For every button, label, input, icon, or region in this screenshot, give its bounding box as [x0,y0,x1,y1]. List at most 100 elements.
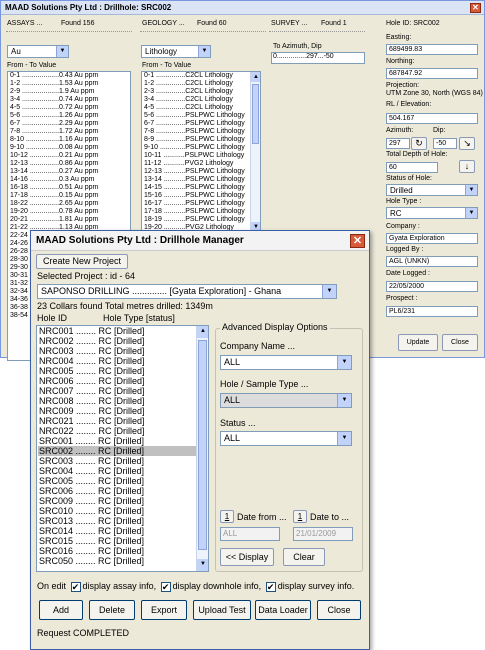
display-button[interactable]: << Display [220,548,274,566]
update-button[interactable]: Update [398,334,438,351]
prospect-field[interactable]: PL6/231 [386,306,478,317]
geology-list[interactable]: 0-1 ...............C2CL Lithology 1-2 ...… [141,71,261,233]
list-item[interactable]: 0-1 ...............C2CL Lithology [143,72,260,80]
list-item[interactable]: SRC050 ........ RC [Drilled] [38,556,208,566]
downhole-info-checkbox[interactable]: ✔ [160,581,171,592]
list-item[interactable]: SRC016 ........ RC [Drilled] [38,546,208,556]
date-logged-field[interactable]: 22/05/2000 [386,281,478,292]
list-item[interactable]: SRC002 ........ RC [Drilled] [38,446,208,456]
list-item[interactable]: 1-2 ...............C2CL Lithology [143,80,260,88]
scroll-thumb[interactable] [252,84,259,144]
list-item[interactable]: 3-4 ...................0.74 Au ppm [9,96,130,104]
list-item[interactable]: NRC008 ........ RC [Drilled] [38,396,208,406]
survey-list[interactable]: 0...............297...-50 [271,52,365,64]
list-item[interactable]: 4-5 ...................0.72 Au ppm [9,104,130,112]
create-project-button[interactable]: Create New Project [36,254,128,269]
upload-test-button[interactable]: Upload Test [193,600,251,620]
list-item[interactable]: 7-8 ...................1.72 Au ppm [9,128,130,136]
calendar-to-icon[interactable]: 1 [293,510,307,523]
list-item[interactable]: 6-7 ...............PSLPWC Lithology [143,120,260,128]
company-field[interactable]: Gyata Exploration [386,233,478,244]
list-item[interactable]: 10-11 ...........PSLPWC Lithology [143,152,260,160]
list-item[interactable]: NRC002 ........ RC [Drilled] [38,336,208,346]
list-item[interactable]: SRC015 ........ RC [Drilled] [38,536,208,546]
calendar-from-icon[interactable]: 1 [220,510,234,523]
add-button[interactable]: Add [39,600,83,620]
date-to-field[interactable]: 21/01/2009 [293,527,353,541]
list-item[interactable]: 6-7 ...................2.29 Au ppm [9,120,130,128]
list-item[interactable]: SRC013 ........ RC [Drilled] [38,516,208,526]
depth-field[interactable]: 60 [386,162,438,173]
dip-direction-icon[interactable]: ↘ [459,137,475,150]
list-item[interactable]: 18-22 ...............2.65 Au ppm [9,200,130,208]
close-icon[interactable]: ✕ [470,3,481,13]
list-item[interactable]: 13-14 ...............0.27 Au ppm [9,168,130,176]
list-item[interactable]: SRC014 ........ RC [Drilled] [38,526,208,536]
list-item[interactable]: 9-10 .................0.08 Au ppm [9,144,130,152]
list-item[interactable]: 0...............297...-50 [272,53,364,61]
logged-by-field[interactable]: AGL (UNKN) [386,256,478,267]
list-item[interactable]: NRC004 ........ RC [Drilled] [38,356,208,366]
list-item[interactable]: 2-9 ...................1.9 Au ppm [9,88,130,96]
list-item[interactable]: 2-3 ...............C2CL Lithology [143,88,260,96]
clear-button[interactable]: Clear [283,548,325,566]
northing-field[interactable]: 687847.92 [386,68,478,79]
list-item[interactable]: 5-6 ...............PSLPWC Lithology [143,112,260,120]
rotate-azimuth-icon[interactable]: ↻ [411,137,427,150]
list-item[interactable]: 10-12 ...............0.21 Au ppm [9,152,130,160]
sample-type-select[interactable]: ALL ▼ [220,393,352,408]
list-item[interactable]: SRC003 ........ RC [Drilled] [38,456,208,466]
list-item[interactable]: NRC005 ........ RC [Drilled] [38,366,208,376]
list-item[interactable]: 1-2 ...................1.53 Au ppm [9,80,130,88]
list-item[interactable]: SRC006 ........ RC [Drilled] [38,486,208,496]
list-item[interactable]: NRC007 ........ RC [Drilled] [38,386,208,396]
list-item[interactable]: NRC021 ........ RC [Drilled] [38,416,208,426]
list-item[interactable]: 11-12 ...........PVG2 Lithology [143,160,260,168]
delete-button[interactable]: Delete [89,600,135,620]
list-item[interactable]: NRC003 ........ RC [Drilled] [38,346,208,356]
survey-info-checkbox[interactable]: ✔ [265,581,276,592]
list-item[interactable]: 17-18 ...............0.15 Au ppm [9,192,130,200]
list-item[interactable]: SRC010 ........ RC [Drilled] [38,506,208,516]
list-item[interactable]: 16-17 ...........PSLPWC Lithology [143,200,260,208]
list-item[interactable]: 7-8 ...............PSLPWC Lithology [143,128,260,136]
close-icon[interactable]: ✕ [350,234,365,248]
list-item[interactable]: 4-5 ...............C2CL Lithology [143,104,260,112]
list-item[interactable]: 14-16 ...............0.3 Au ppm [9,176,130,184]
scroll-up-icon[interactable]: ▲ [251,72,260,82]
list-item[interactable]: NRC006 ........ RC [Drilled] [38,376,208,386]
easting-field[interactable]: 689499.83 [386,44,478,55]
date-from-field[interactable]: ALL [220,527,280,541]
project-select[interactable]: SAPONSO DRILLING .............. [Gyata E… [37,284,337,299]
hole-type-select[interactable]: RC ▼ [386,207,478,219]
geology-type-select[interactable]: Lithology ▼ [141,45,211,58]
company-name-select[interactable]: ALL ▼ [220,355,352,370]
scroll-thumb[interactable] [198,340,207,550]
status-select[interactable]: Drilled ▼ [386,184,478,196]
list-item[interactable]: 9-10 .............PSLPWC Lithology [143,144,260,152]
list-item[interactable]: NRC022 ........ RC [Drilled] [38,426,208,436]
rl-field[interactable]: 504.167 [386,113,478,124]
list-item[interactable]: 20-21 ...............1.81 Au ppm [9,216,130,224]
list-item[interactable]: 16-18 ...............0.51 Au ppm [9,184,130,192]
list-item[interactable]: 12-13 ...............0.86 Au ppm [9,160,130,168]
list-item[interactable]: 8-10 .................1.16 Au ppm [9,136,130,144]
data-loader-button[interactable]: Data Loader [255,600,311,620]
list-item[interactable]: 15-16 ...........PSLPWC Lithology [143,192,260,200]
azimuth-field[interactable]: 297 [386,138,410,149]
list-item[interactable]: 14-15 ...........PSLPWC Lithology [143,184,260,192]
list-item[interactable]: 13-14 ...........PSLPWC Lithology [143,176,260,184]
scroll-up-icon[interactable]: ▲ [197,326,208,338]
assay-info-checkbox[interactable]: ✔ [70,581,81,592]
list-item[interactable]: SRC005 ........ RC [Drilled] [38,476,208,486]
list-item[interactable]: 8-9 ...............PSLPWC Lithology [143,136,260,144]
assay-element-select[interactable]: Au ▼ [7,45,69,58]
status-filter-select[interactable]: ALL ▼ [220,431,352,446]
export-button[interactable]: Export [141,600,187,620]
list-item[interactable]: SRC009 ........ RC [Drilled] [38,496,208,506]
dip-field[interactable]: -50 [433,138,457,149]
list-item[interactable]: NRC009 ........ RC [Drilled] [38,406,208,416]
list-item[interactable]: 3-4 ...............C2CL Lithology [143,96,260,104]
close-button[interactable]: Close [317,600,361,620]
list-item[interactable]: SRC001 ........ RC [Drilled] [38,436,208,446]
